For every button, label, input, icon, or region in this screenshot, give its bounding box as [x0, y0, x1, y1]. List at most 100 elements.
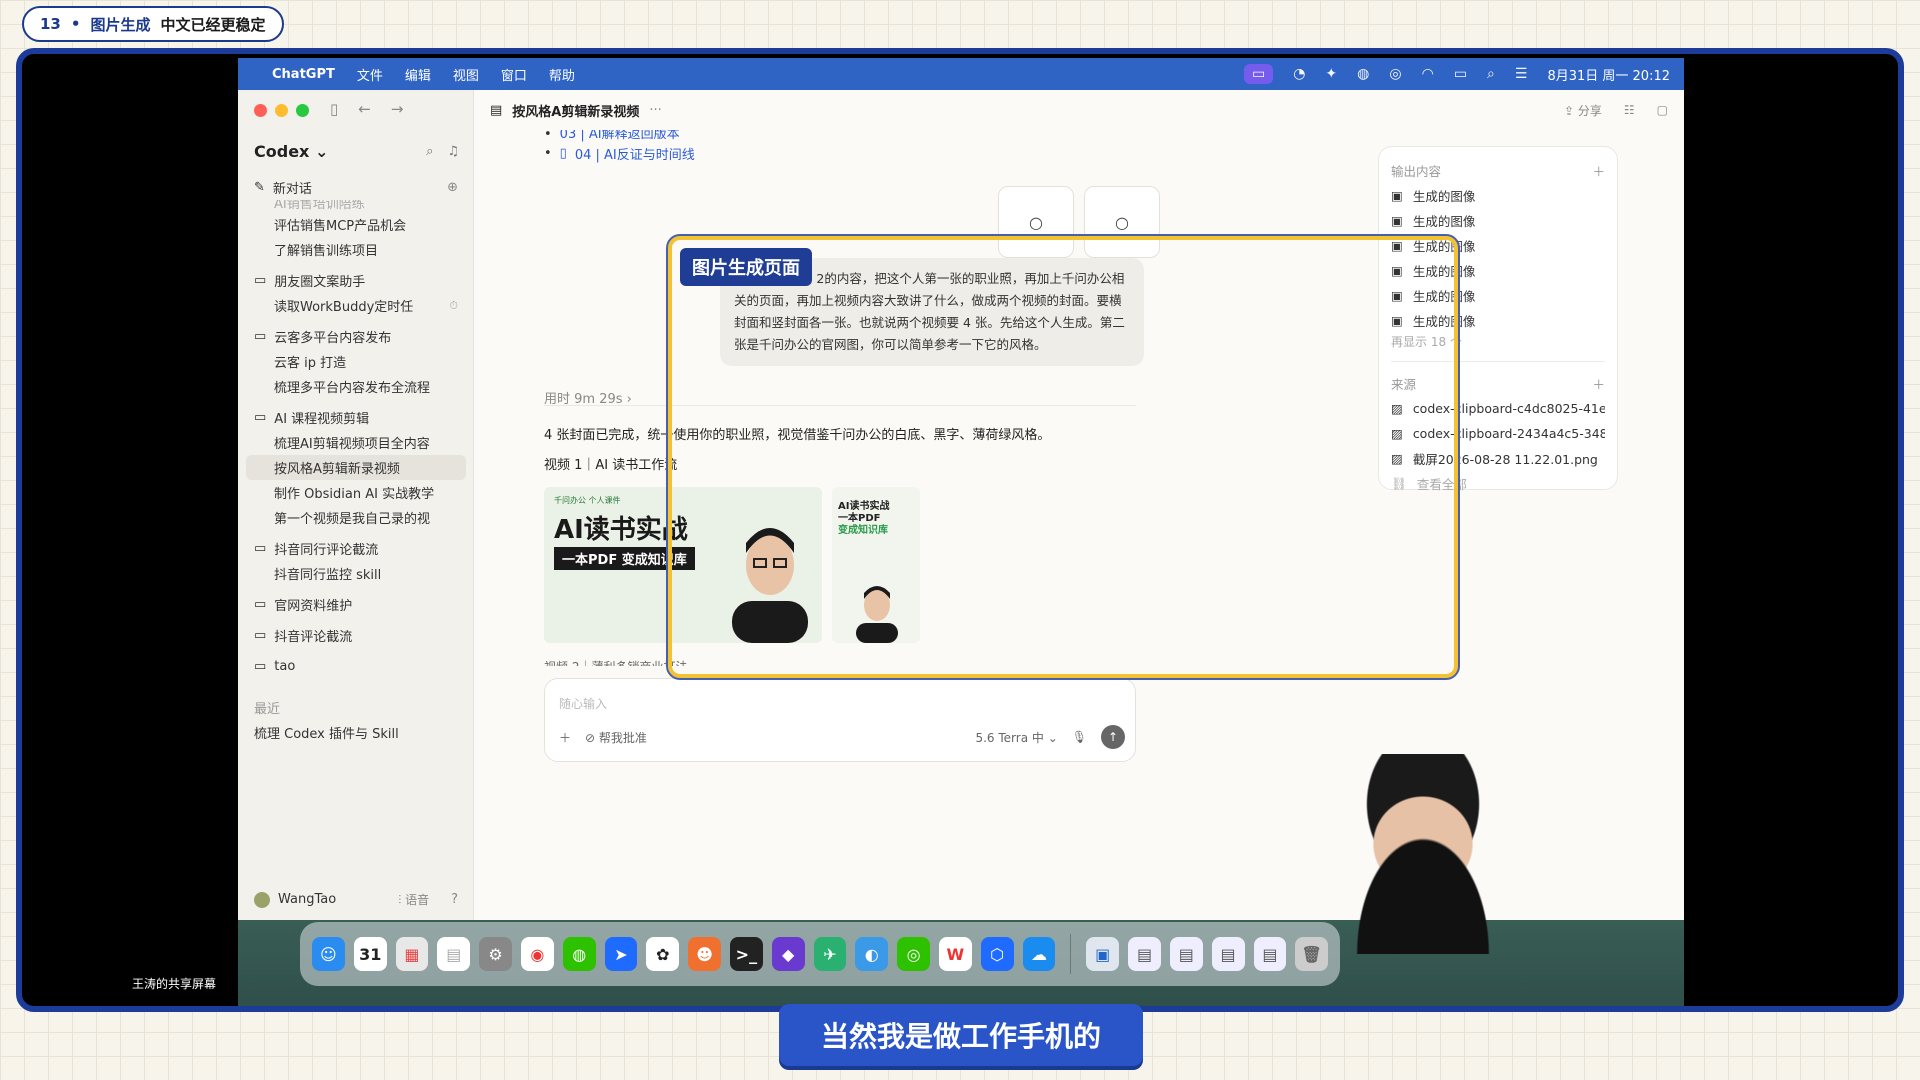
forward-icon[interactable]: → — [391, 100, 404, 118]
settings-icon[interactable]: ⚙ — [479, 937, 512, 971]
sidebar-folder[interactable]: ▭ 抖音评论截流 — [246, 623, 466, 648]
sidebar-item[interactable]: 梳理多平台内容发布全流程 — [246, 374, 466, 399]
add-icon[interactable]: ＋ — [1592, 161, 1605, 180]
sidebar-item[interactable]: 按风格A剪辑新录视频 — [246, 455, 466, 480]
model-selector[interactable]: 5.6 Terra 中 ⌄ — [975, 729, 1057, 746]
app-icon[interactable]: ☻ — [688, 937, 721, 971]
close-button[interactable] — [254, 104, 267, 117]
share-label: 分享 — [1577, 103, 1602, 118]
sync-icon[interactable]: ◎ — [1389, 66, 1401, 82]
feishu-icon[interactable]: ➤ — [604, 937, 638, 971]
add-attachment-icon[interactable]: ＋ — [559, 729, 571, 746]
sidebar-item-label: AI 课程视频剪辑 — [274, 412, 370, 427]
trash-icon[interactable]: 🗑 — [1295, 937, 1329, 971]
screen-share-icon[interactable]: ▭ — [1243, 64, 1274, 84]
diff-icon[interactable]: ☷ — [1624, 103, 1635, 117]
recent-window-icon[interactable]: ▤ — [1128, 937, 1161, 971]
sidebar-item-label: 抖音评论截流 — [274, 630, 353, 645]
output-item[interactable]: ▣ 生成的图像 — [1391, 208, 1605, 233]
sidebar-folder[interactable]: ▭ 云客多平台内容发布 — [246, 324, 466, 349]
menu-edit[interactable]: 编辑 — [405, 65, 431, 84]
sidebar-folder[interactable]: ▭ 朋友圈文案助手 — [246, 268, 466, 293]
sidebar-item[interactable]: 梳理 Codex 插件与 Skill — [246, 720, 466, 745]
menu-help[interactable]: 帮助 — [549, 65, 575, 84]
app-icon[interactable]: ✈ — [813, 937, 847, 971]
wechat-icon[interactable]: ◍ — [1357, 66, 1369, 82]
recent-window-icon[interactable]: ▤ — [1169, 937, 1203, 971]
recent-window-icon[interactable]: ▤ — [1211, 937, 1245, 971]
sidebar-item[interactable]: 抖音同行监控 skill — [246, 561, 466, 586]
search-icon[interactable]: ⌕ — [1487, 66, 1495, 82]
menu-app[interactable]: ChatGPT — [272, 67, 335, 82]
wechat-work-icon[interactable]: ◎ — [897, 937, 930, 971]
recent-window-icon[interactable]: ▣ — [1086, 937, 1120, 971]
bell-icon[interactable]: ♫ — [447, 144, 459, 159]
sidebar-item-label: 云客 ip 打造 — [274, 356, 347, 371]
sidebar-item[interactable]: 云客 ip 打造 — [246, 349, 466, 374]
screen-share-app-icon[interactable]: ☁ — [1022, 937, 1056, 971]
add-icon[interactable]: ⊕ — [447, 180, 458, 195]
share-button[interactable]: ⇪ 分享 — [1564, 102, 1602, 119]
menu-view[interactable]: 视图 — [453, 65, 479, 84]
new-chat-button[interactable]: ✎ 新对话 ⊕ — [254, 178, 458, 197]
app-icon[interactable]: ⬡ — [980, 937, 1014, 971]
panel-toggle-icon[interactable]: ▢ — [1657, 103, 1668, 117]
control-center-icon[interactable]: ☰ — [1515, 66, 1528, 82]
sidebar-item[interactable]: 第一个视频是我自己录的视 — [246, 505, 466, 530]
brand-switcher[interactable]: Codex ⌄ — [254, 142, 328, 161]
app-icon[interactable]: ◐ — [855, 937, 889, 971]
sidebar-item[interactable]: 制作 Obsidian AI 实战教学 — [246, 480, 466, 505]
list-item[interactable]: • 03 | AI解释返回版本 — [544, 130, 1144, 142]
battery-icon[interactable]: ▭ — [1454, 66, 1467, 82]
user-name[interactable]: WangTao — [278, 892, 336, 907]
zoom-button[interactable] — [296, 104, 309, 117]
minimize-button[interactable] — [275, 104, 288, 117]
obsidian-icon[interactable]: ◆ — [771, 937, 805, 971]
chatgpt-icon[interactable]: ✿ — [646, 937, 680, 971]
composer[interactable]: 随心输入 ＋ ⊘ 帮我批准 5.6 Terra 中 ⌄ 🎙 ↑ — [544, 678, 1136, 762]
composer-input[interactable]: 随心输入 — [559, 695, 607, 712]
sidebar-item[interactable]: 读取WorkBuddy定时任 ⏱ — [246, 293, 466, 318]
approval-button[interactable]: ⊘ 帮我批准 — [585, 729, 647, 746]
folder-icon: ▭ — [254, 273, 267, 288]
wifi-icon[interactable]: ◠ — [1422, 66, 1434, 82]
sidebar-item[interactable]: 评估销售MCP产品机会 — [246, 212, 466, 237]
sidebar-folder[interactable]: ▭ tao — [246, 654, 466, 679]
sidebar-item[interactable]: AI销售培训陪练 — [246, 200, 466, 212]
chrome-icon[interactable]: ◉ — [520, 937, 554, 971]
sidebar-item[interactable]: 梳理AI剪辑视频项目全内容 — [246, 430, 466, 455]
add-icon[interactable]: ＋ — [1592, 374, 1605, 393]
back-icon[interactable]: ← — [358, 100, 371, 118]
folder-icon: ▭ — [254, 541, 267, 556]
sidebar-toggle-icon[interactable]: ▯ — [330, 100, 338, 118]
wechat-icon[interactable]: ◍ — [562, 937, 596, 971]
notes-icon[interactable]: ▤ — [437, 937, 471, 971]
network-monitor-icon[interactable]: ◔ — [1293, 66, 1305, 82]
search-icon[interactable]: ⌕ — [426, 144, 433, 159]
voice-button[interactable]: ⫶ 语音 — [398, 891, 429, 908]
terminal-icon[interactable]: >_ — [729, 937, 763, 971]
folder-icon: ▭ — [254, 329, 267, 344]
sidebar-folder[interactable]: ▭ 抖音同行评论截流 — [246, 536, 466, 561]
calendar-icon[interactable]: 31 — [353, 937, 387, 971]
sidebar-folder[interactable]: ▭ AI 课程视频剪辑 — [246, 405, 466, 430]
more-icon[interactable]: ··· — [649, 103, 661, 118]
menu-file[interactable]: 文件 — [357, 65, 383, 84]
microphone-icon[interactable]: 🎙 — [1072, 730, 1087, 744]
sidebar-folder[interactable]: ▭ 官网资料维护 — [246, 592, 466, 617]
recent-window-icon[interactable]: ▤ — [1253, 937, 1287, 971]
wps-icon[interactable]: W — [938, 937, 972, 971]
menubar-clock[interactable]: 8月31日 周一 20:12 — [1547, 65, 1670, 84]
finder-icon[interactable]: ☺ — [312, 937, 345, 971]
help-icon[interactable]: ? — [451, 892, 458, 907]
avatar[interactable] — [254, 891, 270, 908]
launchpad-icon[interactable]: ▦ — [395, 937, 429, 971]
menu-window[interactable]: 窗口 — [501, 65, 527, 84]
sidebar-item[interactable]: 了解销售训练项目 — [246, 237, 466, 262]
output-item[interactable]: ▣ 生成的图像 — [1391, 183, 1605, 208]
extension-icon[interactable]: ✦ — [1325, 66, 1337, 82]
video-heading: 视频 1｜AI 读书工作流 — [544, 458, 678, 473]
folder-icon: ▭ — [254, 659, 267, 674]
list-item[interactable]: • ▯ 04 | AI反证与时间线 — [544, 142, 1144, 164]
send-button[interactable]: ↑ — [1101, 725, 1125, 749]
